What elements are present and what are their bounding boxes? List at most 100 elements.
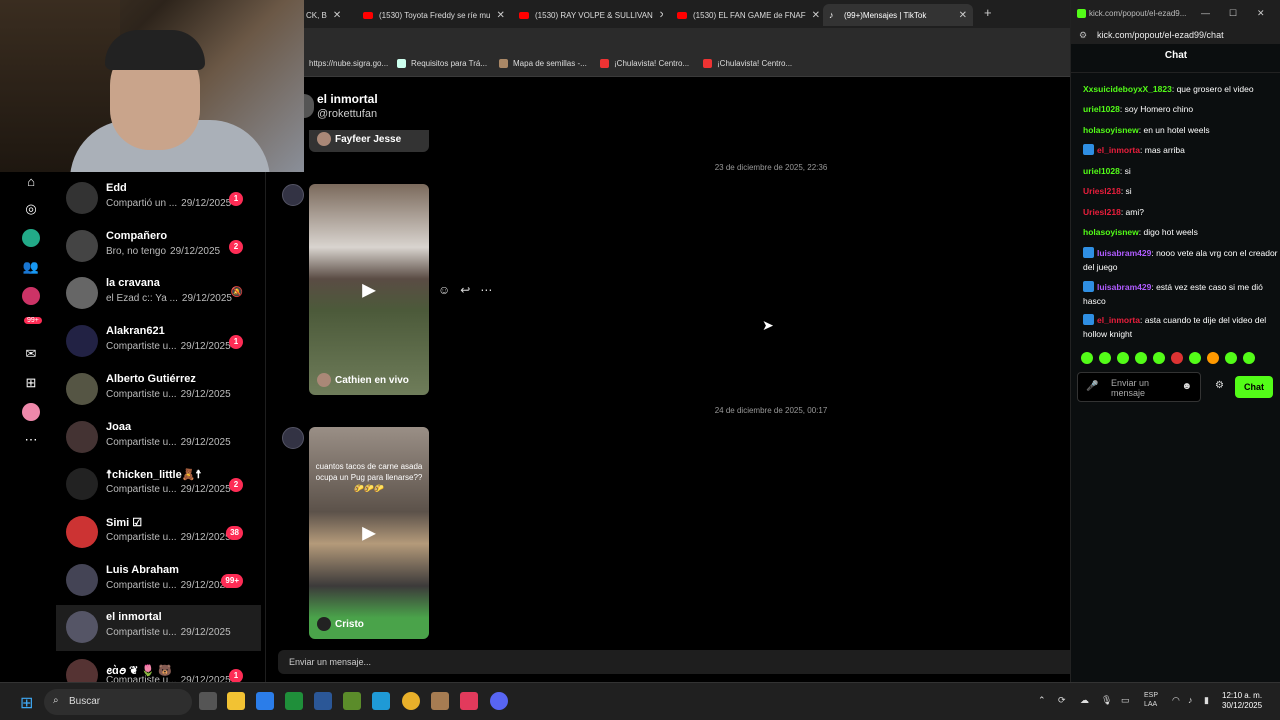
new-tab-button[interactable]: +	[984, 5, 992, 20]
kick-chat-username[interactable]: luisabram429	[1097, 248, 1151, 258]
chat-handle[interactable]: @rokettufan	[317, 108, 377, 120]
chevron-up-icon[interactable]: ⌃	[1038, 695, 1046, 706]
emote-icon[interactable]	[1081, 352, 1093, 364]
shared-video-card[interactable]: cuantos tacos de carne asada ocupa un Pu…	[309, 427, 429, 639]
emote-icon[interactable]	[1117, 352, 1129, 364]
windows-start-icon[interactable]: ⊞	[20, 693, 33, 713]
conversation-item[interactable]: la cravana el Ezad c:: Ya ... 29/12/2025 🔕	[56, 271, 261, 317]
sync-icon[interactable]: ⟳	[1058, 695, 1066, 706]
conversation-item[interactable]: Luis Abraham Compartiste u... 29/12/2025 99…	[56, 558, 261, 604]
minimize-icon[interactable]: —	[1201, 8, 1210, 18]
profile-avatar-icon[interactable]	[22, 403, 40, 421]
xbox-icon[interactable]	[285, 692, 303, 710]
kick-address-bar[interactable]: ⚙ kick.com/popout/el-ezad99/chat	[1071, 28, 1280, 44]
bookmark-item[interactable]: ¡Chulavista! Centro...	[703, 59, 792, 68]
bookmark-item[interactable]: Requisitos para Trá...	[397, 59, 487, 68]
upload-icon[interactable]: ⊞	[22, 374, 40, 392]
friends-icon[interactable]: 👥	[22, 258, 40, 276]
kick-chat-username[interactable]: holasoyisnew	[1083, 227, 1139, 237]
sender-avatar[interactable]	[282, 427, 304, 449]
conversation-item[interactable]: ꫀɑ͛ꪮ ❦ 🌷 🐻 Compartiste u... 29/12/2025 1	[56, 653, 261, 682]
emote-icon[interactable]	[1225, 352, 1237, 364]
kick-chat-username[interactable]: Uriesl218	[1083, 186, 1121, 196]
conversation-item[interactable]: ☨chicken_little🧸☨ Compartiste u... 29/12/2…	[56, 462, 261, 508]
app-icon[interactable]	[431, 692, 449, 710]
microphone-icon[interactable]: 🎤	[1086, 381, 1098, 392]
bookmark-item[interactable]: Mapa de semillas -...	[499, 59, 587, 68]
gear-icon[interactable]: ⚙	[1215, 380, 1224, 391]
conversation-item[interactable]: Joaa Compartiste u... 29/12/2025	[56, 415, 261, 461]
chat-header-avatar[interactable]	[304, 94, 314, 118]
edge-icon[interactable]	[372, 692, 390, 710]
chat-title[interactable]: el inmortal	[317, 92, 378, 106]
conversation-item[interactable]: Edd Compartió un ... 29/12/2025 1	[56, 176, 261, 222]
sender-avatar[interactable]	[282, 184, 304, 206]
kick-chat-username[interactable]: XxsuicideboyxX_1823	[1083, 84, 1172, 94]
reply-icon[interactable]: ↩	[460, 283, 470, 297]
kick-chat-username[interactable]: uriel1028	[1083, 166, 1120, 176]
live-avatar-icon[interactable]	[22, 287, 40, 305]
close-icon[interactable]: ✕	[653, 10, 663, 21]
microphone-icon[interactable]: 🎙	[1101, 695, 1112, 706]
play-icon[interactable]: ▶	[362, 523, 376, 544]
tab-partial[interactable]: CK, B ✕	[300, 4, 346, 26]
close-icon[interactable]: ✕	[1257, 8, 1265, 19]
emote-icon[interactable]	[1189, 352, 1201, 364]
kick-chat-username[interactable]: el_inmorta	[1097, 315, 1140, 325]
taskbar-search[interactable]: ⌕ Buscar	[44, 689, 192, 715]
conversation-item[interactable]: Alberto Gutiérrez Compartiste u... 29/12/2…	[56, 367, 261, 413]
emote-icon[interactable]	[1153, 352, 1165, 364]
shared-video-card[interactable]: Fayfeer Jesse	[309, 130, 429, 152]
system-clock[interactable]: 12:10 a. m. 30/12/2025	[1222, 691, 1262, 711]
conversation-item[interactable]: Alakran621 Compartiste u... 29/12/2025 1	[56, 319, 261, 365]
tiktok-icon[interactable]	[460, 692, 478, 710]
store-icon[interactable]	[256, 692, 274, 710]
language-indicator[interactable]: ESP LAA	[1144, 691, 1158, 709]
close-icon[interactable]: ✕	[806, 10, 820, 21]
site-settings-icon[interactable]: ⚙	[1079, 30, 1087, 41]
maximize-icon[interactable]: ☐	[1229, 8, 1237, 19]
send-chat-button[interactable]: Chat	[1235, 376, 1273, 398]
bookmark-item[interactable]: https://nube.sigra.go...	[309, 59, 388, 68]
conversation-item[interactable]: Simi ☑ Compartiste u... 29/12/2025 38	[56, 510, 261, 556]
battery-icon[interactable]: ▭	[1121, 695, 1130, 706]
emote-icon[interactable]	[1135, 352, 1147, 364]
close-icon[interactable]: ✕	[953, 10, 967, 21]
kick-chat-username[interactable]: holasoyisnew	[1083, 125, 1139, 135]
emote-icon[interactable]	[1207, 352, 1219, 364]
explore-icon[interactable]: ◎	[22, 200, 40, 218]
emote-icon[interactable]	[1171, 352, 1183, 364]
minecraft-icon[interactable]	[343, 692, 361, 710]
shared-video-card[interactable]: ▶ Cathien en vivo	[309, 184, 429, 395]
emoji-icon[interactable]: ☻	[1181, 381, 1192, 392]
task-view-icon[interactable]	[199, 692, 217, 710]
volume-icon[interactable]: ♪	[1188, 695, 1193, 705]
kick-chat-username[interactable]: el_inmorta	[1097, 145, 1140, 155]
play-icon[interactable]: ▶	[362, 279, 376, 300]
close-icon[interactable]: ✕	[490, 10, 504, 21]
browser-tab[interactable]: ♪ (99+)Mensajes | TikTok ✕	[823, 4, 973, 26]
kick-chat-username[interactable]: Uriesl218	[1083, 207, 1121, 217]
power-icon[interactable]: ▮	[1204, 695, 1209, 706]
conversation-item[interactable]: Compañero Bro, no tengo 29/12/2025 2	[56, 224, 261, 270]
close-icon[interactable]: ✕	[327, 10, 341, 21]
emote-icon[interactable]	[1243, 352, 1255, 364]
app-icon[interactable]	[314, 692, 332, 710]
messages-icon[interactable]: ✉	[22, 345, 40, 363]
browser-tab[interactable]: (1530) EL FAN GAME de FNAF ✕	[671, 4, 821, 26]
browser-tab[interactable]: (1530) RAY VOLPE & SULLIVAN✕	[513, 4, 663, 26]
kick-message-input[interactable]: 🎤 Enviar un mensaje ☻	[1077, 372, 1201, 402]
react-emoji-icon[interactable]: ☺	[438, 283, 450, 297]
discord-icon[interactable]	[490, 692, 508, 710]
cloud-icon[interactable]: ☁	[1080, 695, 1089, 706]
kick-chat-username[interactable]: uriel1028	[1083, 104, 1120, 114]
wifi-icon[interactable]: ◠	[1172, 695, 1180, 706]
home-icon[interactable]: ⌂	[22, 172, 40, 190]
chrome-icon[interactable]	[402, 692, 420, 710]
kick-chat-username[interactable]: luisabram429	[1097, 282, 1151, 292]
more-icon[interactable]: ⋯	[22, 431, 40, 449]
browser-tab[interactable]: (1530) Toyota Freddy se ríe mu ✕	[357, 4, 507, 26]
file-explorer-icon[interactable]	[227, 692, 245, 710]
more-options-icon[interactable]: ⋯	[480, 283, 492, 297]
following-avatar-icon[interactable]	[22, 229, 40, 247]
